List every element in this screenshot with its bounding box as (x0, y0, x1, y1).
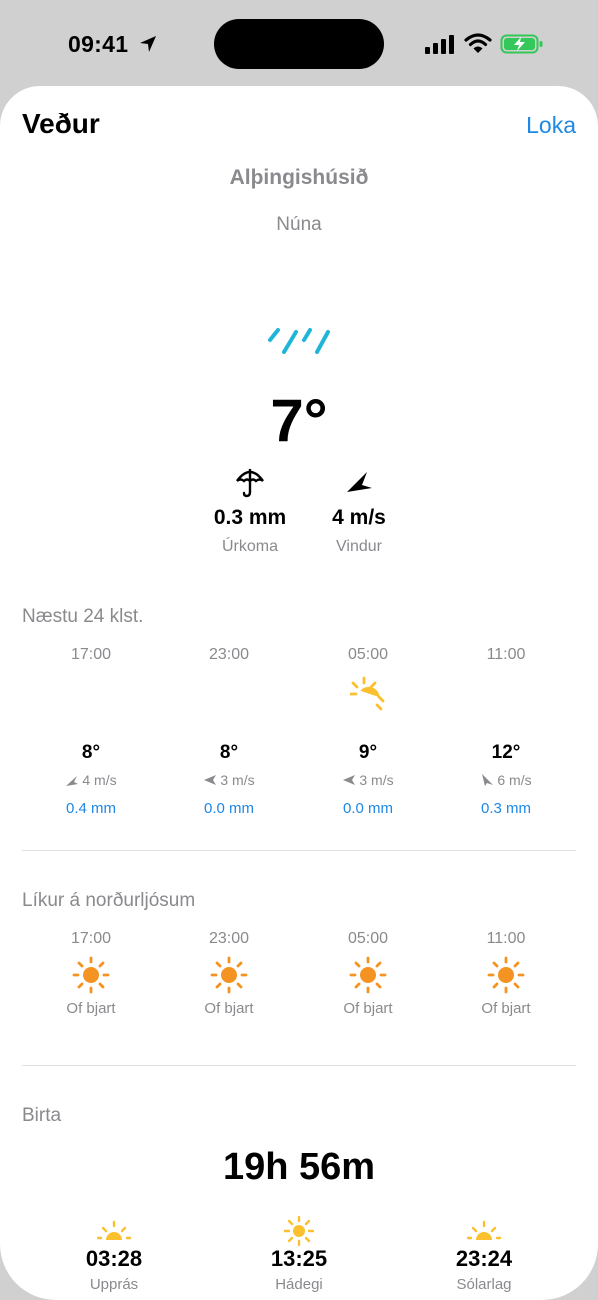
wind-arrow-icon (204, 775, 217, 785)
forecast-precip: 0.4 mm (65, 800, 116, 817)
sun-icon (210, 956, 248, 994)
aurora-status: Of bjart (204, 1000, 254, 1017)
rain-icon (268, 328, 330, 354)
sunrise-item: 03:28 Upprás (54, 1220, 174, 1293)
forecast-precip: 0.0 mm (342, 800, 393, 817)
forecast-item: 23:00 8° 3 m/s 0.0 mm (169, 646, 289, 817)
aurora-item: 11:00 Of bjart (446, 930, 566, 1017)
forecast-hour: 23:00 (208, 646, 250, 663)
day-length: 19h 56m (222, 1146, 376, 1188)
weather-sheet: Veður Loka Alþingishúsið Núna 7° 0.3 mm … (0, 86, 598, 1300)
aurora-item: 17:00 Of bjart (31, 930, 151, 1017)
noon-time: 13:25 (270, 1246, 328, 1271)
wind-arrow-icon (482, 774, 494, 786)
sunset-label: Sólarlag (456, 1276, 512, 1293)
precipitation-stat: 0.3 mm Úrkoma (190, 466, 310, 556)
forecast-temp: 12° (491, 742, 521, 763)
sun-icon (349, 956, 387, 994)
daylight-title: Birta (22, 1105, 62, 1126)
dynamic-island (214, 19, 384, 69)
close-button[interactable]: Loka (526, 112, 576, 139)
aurora-status: Of bjart (66, 1000, 116, 1017)
noon-item: 13:25 Hádegi (239, 1216, 359, 1293)
forecast-temp: 8° (81, 742, 101, 763)
sunset-icon (467, 1220, 501, 1240)
forecast-title: Næstu 24 klst. (22, 606, 144, 627)
forecast-wind: 6 m/s (497, 772, 532, 788)
wind-value: 4 m/s (332, 506, 386, 529)
forecast-item: 17:00 8° 4 m/s 0.4 mm (31, 646, 151, 817)
aurora-hour: 23:00 (208, 930, 250, 947)
aurora-item: 23:00 Of bjart (169, 930, 289, 1017)
sunset-item: 23:24 Sólarlag (424, 1220, 544, 1293)
cellular-signal-icon (425, 35, 454, 54)
forecast-temp: 8° (219, 742, 239, 763)
current-temperature: 7° (270, 387, 328, 454)
aurora-hour: 17:00 (70, 930, 112, 947)
forecast-wind: 3 m/s (359, 772, 394, 788)
forecast-hour: 11:00 (486, 646, 526, 663)
divider (22, 850, 576, 851)
wind-arrow-icon (347, 472, 372, 492)
sunset-time: 23:24 (455, 1246, 513, 1271)
sunrise-label: Upprás (89, 1276, 139, 1293)
sun-icon (284, 1216, 314, 1246)
sheet-title: Veður (22, 108, 100, 139)
location-name: Alþingishúsið (229, 166, 369, 189)
aurora-title: Líkur á norðurljósum (22, 890, 196, 911)
aurora-hour: 11:00 (486, 930, 526, 947)
aurora-status: Of bjart (481, 1000, 531, 1017)
wind-arrow-icon (343, 775, 356, 785)
forecast-temp: 9° (358, 742, 378, 763)
forecast-hour: 17:00 (70, 646, 112, 663)
precipitation-label: Úrkoma (221, 538, 278, 555)
sunrise-icon (97, 1220, 131, 1240)
now-label: Núna (276, 214, 322, 235)
forecast-precip: 0.0 mm (203, 800, 254, 817)
umbrella-icon (236, 469, 264, 498)
aurora-item: 05:00 Of bjart (308, 930, 428, 1017)
forecast-precip: 0.3 mm (480, 800, 531, 817)
forecast-hour: 05:00 (347, 646, 389, 663)
status-time: 09:41 (68, 31, 129, 57)
precipitation-value: 0.3 mm (213, 506, 287, 529)
location-arrow-icon (140, 36, 156, 52)
forecast-wind: 3 m/s (220, 772, 255, 788)
sun-icon (487, 956, 525, 994)
forecast-item: 05:00 9° 3 m/s 0.0 mm (308, 646, 428, 817)
divider (22, 1065, 576, 1066)
forecast-wind: 4 m/s (82, 772, 117, 788)
sun-icon (72, 956, 110, 994)
wind-stat: 4 m/s Vindur (299, 466, 419, 556)
forecast-item: 11:00 12° 6 m/s 0.3 mm (446, 646, 566, 817)
wind-arrow-icon (66, 776, 79, 786)
wifi-icon (464, 33, 492, 53)
aurora-status: Of bjart (343, 1000, 393, 1017)
status-bar: 09:41 (0, 0, 598, 86)
partly-sunny-icon (350, 676, 385, 711)
noon-label: Hádegi (275, 1276, 323, 1293)
wind-label: Vindur (336, 538, 382, 555)
aurora-hour: 05:00 (347, 930, 389, 947)
battery-charging-icon (500, 34, 543, 54)
sunrise-time: 03:28 (85, 1246, 143, 1271)
